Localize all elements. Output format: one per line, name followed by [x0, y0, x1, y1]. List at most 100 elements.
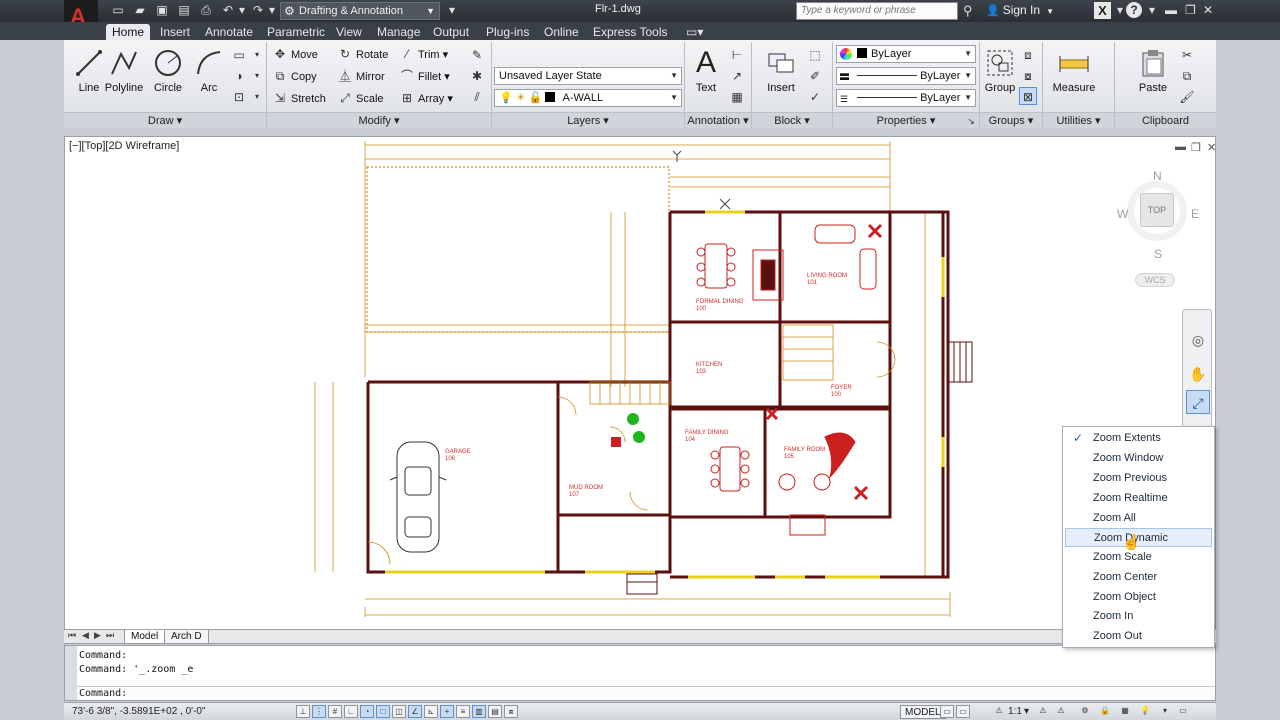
- layers-panel-title[interactable]: Layers ▾: [492, 112, 684, 128]
- viewcube-south[interactable]: S: [1154, 247, 1162, 261]
- menu-item-zoom-realtime[interactable]: Zoom Realtime: [1065, 489, 1212, 508]
- hardware-acceleration-icon[interactable]: ▦: [1118, 705, 1132, 718]
- table-icon[interactable]: ▦: [728, 87, 746, 105]
- grid-icon[interactable]: #: [328, 705, 342, 718]
- move-tool[interactable]: ✥ Move: [272, 45, 318, 63]
- dyn-icon[interactable]: +: [440, 705, 454, 718]
- menu-item-zoom-all[interactable]: Zoom All: [1065, 509, 1212, 528]
- print-icon[interactable]: ⎙: [198, 3, 214, 18]
- rectangle-icon[interactable]: ▭: [230, 45, 248, 63]
- auto-scale-icon[interactable]: ⚠: [1054, 705, 1068, 718]
- ducs-icon[interactable]: ⊾: [424, 705, 438, 718]
- status-menu-icon[interactable]: ▾: [1158, 705, 1172, 718]
- redo-dropdown-icon[interactable]: ▾: [264, 3, 280, 18]
- wcs-menu-button[interactable]: WCS: [1135, 273, 1175, 287]
- viewcube-north[interactable]: N: [1153, 169, 1162, 183]
- isolate-objects-icon[interactable]: 💡: [1138, 705, 1152, 718]
- menu-item-zoom-extents[interactable]: ✓ Zoom Extents: [1065, 429, 1212, 448]
- restore-icon[interactable]: ❐: [1185, 3, 1196, 17]
- tab-model[interactable]: Model: [124, 630, 166, 644]
- prev-tab-icon[interactable]: ◀: [82, 630, 89, 641]
- undo-dropdown-icon[interactable]: ▾: [234, 3, 250, 18]
- edit-attributes-icon[interactable]: ✓: [806, 87, 824, 105]
- workspace-switch-icon[interactable]: ⚙: [1078, 705, 1092, 718]
- group-selection-icon[interactable]: ⊠: [1019, 87, 1037, 105]
- offset-icon[interactable]: ⫽: [468, 87, 486, 105]
- chevron-down-icon[interactable]: ▾: [248, 45, 266, 63]
- chevron-down-icon[interactable]: ▾: [1024, 706, 1029, 717]
- modify-panel-title[interactable]: Modify ▾: [267, 112, 491, 128]
- tab-annotate[interactable]: Annotate: [199, 24, 259, 40]
- zoom-extents-icon[interactable]: ⤢: [1186, 390, 1210, 414]
- infer-constraints-icon[interactable]: ⊥: [296, 705, 310, 718]
- hatch-icon[interactable]: ◑: [230, 66, 248, 84]
- clean-screen-icon[interactable]: ▭: [1176, 705, 1190, 718]
- last-tab-icon[interactable]: ⏭: [106, 630, 114, 641]
- trim-tool[interactable]: ⁄ Trim ▾: [399, 45, 448, 63]
- tab-plug-ins[interactable]: Plug-ins: [480, 24, 535, 40]
- selection-cycling-icon[interactable]: ⧈: [504, 705, 518, 718]
- save-icon[interactable]: ▣: [154, 3, 170, 18]
- menu-item-zoom-window[interactable]: Zoom Window: [1065, 449, 1212, 468]
- annotation-panel-title[interactable]: Annotation ▾: [685, 112, 751, 128]
- layer-state-select[interactable]: Unsaved Layer State ▼: [494, 67, 682, 85]
- copy-tool[interactable]: ⧉ Copy: [272, 67, 317, 85]
- scale-tool[interactable]: ⤢ Scale: [337, 89, 383, 107]
- exchange-icon[interactable]: X: [1094, 2, 1111, 19]
- viewcube[interactable]: N W E S TOP WCS: [1105, 165, 1215, 295]
- properties-launcher-icon[interactable]: ↘: [962, 112, 980, 128]
- properties-panel-title[interactable]: Properties ▾: [833, 112, 979, 128]
- linetype-select[interactable]: ☰ ByLayer ▼: [836, 89, 976, 107]
- command-input[interactable]: Command:: [77, 686, 1215, 700]
- tab-online[interactable]: Online: [538, 24, 585, 40]
- otrack-icon[interactable]: ∠: [408, 705, 422, 718]
- group-edit-icon[interactable]: ⧇: [1019, 66, 1037, 84]
- draw-panel-title[interactable]: Draw ▾: [64, 112, 266, 128]
- open-folder-icon[interactable]: ▰: [132, 3, 148, 18]
- measure-tool[interactable]: Measure: [1048, 44, 1100, 94]
- explode-icon[interactable]: ✱: [468, 66, 486, 84]
- rotate-tool[interactable]: ↻ Rotate: [337, 45, 388, 63]
- 3d-osnap-icon[interactable]: ◫: [392, 705, 406, 718]
- pan-hand-icon[interactable]: ✋: [1186, 362, 1210, 386]
- chevron-down-icon[interactable]: ▾: [248, 66, 266, 84]
- polar-icon[interactable]: ◔: [360, 705, 374, 718]
- color-select[interactable]: ByLayer ▼: [836, 45, 976, 63]
- block-panel-title[interactable]: Block ▾: [752, 112, 832, 128]
- command-window-grip[interactable]: [65, 646, 77, 700]
- menu-item-zoom-in[interactable]: Zoom In: [1065, 607, 1212, 626]
- insert-block-tool[interactable]: Insert: [756, 44, 806, 94]
- viewcube-east[interactable]: E: [1191, 207, 1199, 221]
- lock-icon[interactable]: 🔒: [1098, 705, 1112, 718]
- polyline-tool[interactable]: Polyline: [99, 44, 149, 94]
- annotation-visibility-icon[interactable]: ⚠: [1036, 705, 1050, 718]
- current-layer-select[interactable]: 💡 ☀ 🔓 A-WALL ▼: [494, 89, 682, 107]
- viewcube-west[interactable]: W: [1117, 207, 1128, 221]
- tab-express-tools[interactable]: Express Tools: [587, 24, 673, 40]
- drawing-canvas[interactable]: [−][Top][2D Wireframe] GARAGE 106 MUD RO…: [64, 136, 1216, 630]
- menu-item-zoom-center[interactable]: Zoom Center: [1065, 568, 1212, 587]
- arc-tool[interactable]: Arc: [184, 44, 234, 94]
- close-icon[interactable]: ✕: [1203, 3, 1213, 17]
- lineweight-toggle-icon[interactable]: ≡: [456, 705, 470, 718]
- tab-insert[interactable]: Insert: [154, 24, 196, 40]
- quick-properties-icon[interactable]: ▤: [488, 705, 502, 718]
- model-space-button[interactable]: MODEL: [900, 705, 946, 719]
- tab-output[interactable]: Output: [427, 24, 475, 40]
- osnap-icon[interactable]: □: [376, 705, 390, 718]
- tab-manage[interactable]: Manage: [371, 24, 426, 40]
- menu-item-zoom-previous[interactable]: Zoom Previous: [1065, 469, 1212, 488]
- first-tab-icon[interactable]: ⏮: [68, 630, 76, 641]
- viewport-restore-icon[interactable]: ❐: [1191, 141, 1201, 154]
- tab-arch-d[interactable]: Arch D: [164, 630, 209, 644]
- annotation-scale-value[interactable]: 1:1: [1008, 706, 1022, 717]
- next-tab-icon[interactable]: ▶: [94, 630, 101, 641]
- new-file-icon[interactable]: ▭: [110, 3, 126, 18]
- steering-wheel-icon[interactable]: ◎: [1186, 328, 1210, 352]
- array-tool[interactable]: ⊞ Array ▾: [399, 89, 453, 107]
- leader-icon[interactable]: ↗: [728, 66, 746, 84]
- cut-icon[interactable]: ✂: [1178, 45, 1196, 63]
- quick-view-layouts-icon[interactable]: ▭: [940, 705, 954, 718]
- help-icon[interactable]: ?: [1126, 2, 1142, 18]
- stretch-tool[interactable]: ⇲ Stretch: [272, 89, 326, 107]
